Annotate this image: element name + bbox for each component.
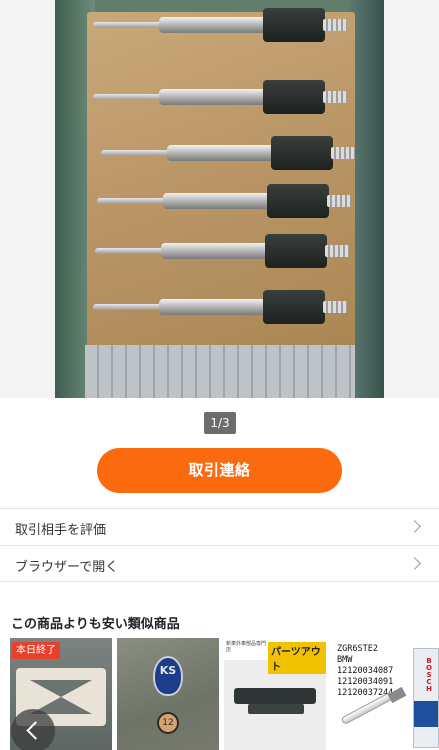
bosch-box-photo: BOSCH — [413, 648, 439, 748]
menu-row-rate-partner[interactable]: 取引相手を評価 — [0, 508, 439, 545]
rate-partner-label: 取引相手を評価 — [15, 523, 107, 538]
contact-button[interactable]: 取引連絡 — [97, 448, 342, 493]
part-photo-detail — [248, 704, 304, 714]
injector-6 — [93, 290, 353, 324]
emblem-text: KS — [159, 664, 177, 677]
part-photo — [234, 688, 316, 704]
similar-product-card[interactable]: ZGR6STE2 BMW 12120034087 12120034091 121… — [331, 638, 439, 750]
back-button[interactable] — [11, 709, 55, 750]
injector-4 — [97, 184, 357, 218]
ending-today-badge: 本日終了 — [12, 642, 60, 659]
product-image-gallery[interactable] — [0, 0, 439, 398]
number-tag: 12 — [157, 712, 179, 734]
injector-3 — [101, 136, 361, 170]
similar-section-title: この商品よりも安い類似商品 — [11, 617, 180, 632]
shop-name: パーツアウト — [268, 642, 326, 674]
box-stripe — [414, 701, 438, 727]
injector-1 — [93, 8, 353, 42]
similar-products-carousel[interactable]: 本日終了 KS 12 新車外車部品専門店 パーツアウト ZGR6STE2 BMW… — [10, 638, 439, 750]
menu-row-open-browser[interactable]: ブラウザーで開く — [0, 545, 439, 582]
product-photo[interactable] — [55, 0, 384, 398]
image-pager: 1/3 — [204, 412, 236, 434]
shop-header: 新車外車部品専門店 パーツアウト — [224, 638, 326, 674]
spark-plug-spec: ZGR6STE2 BMW 12120034087 12120034091 121… — [337, 644, 394, 698]
similar-product-card[interactable]: KS 12 — [117, 638, 219, 750]
open-browser-label: ブラウザーで開く — [15, 560, 119, 575]
chevron-right-icon — [408, 557, 421, 570]
shop-subtitle: 新車外車部品専門店 — [226, 641, 267, 653]
similar-product-card[interactable]: 新車外車部品専門店 パーツアウト — [224, 638, 326, 750]
bosch-brand: BOSCH — [425, 657, 433, 692]
injector-5 — [95, 234, 355, 268]
chevron-right-icon — [408, 520, 421, 533]
chevron-left-icon — [26, 721, 45, 740]
injector-2 — [93, 80, 353, 114]
metal-tray — [85, 345, 355, 398]
